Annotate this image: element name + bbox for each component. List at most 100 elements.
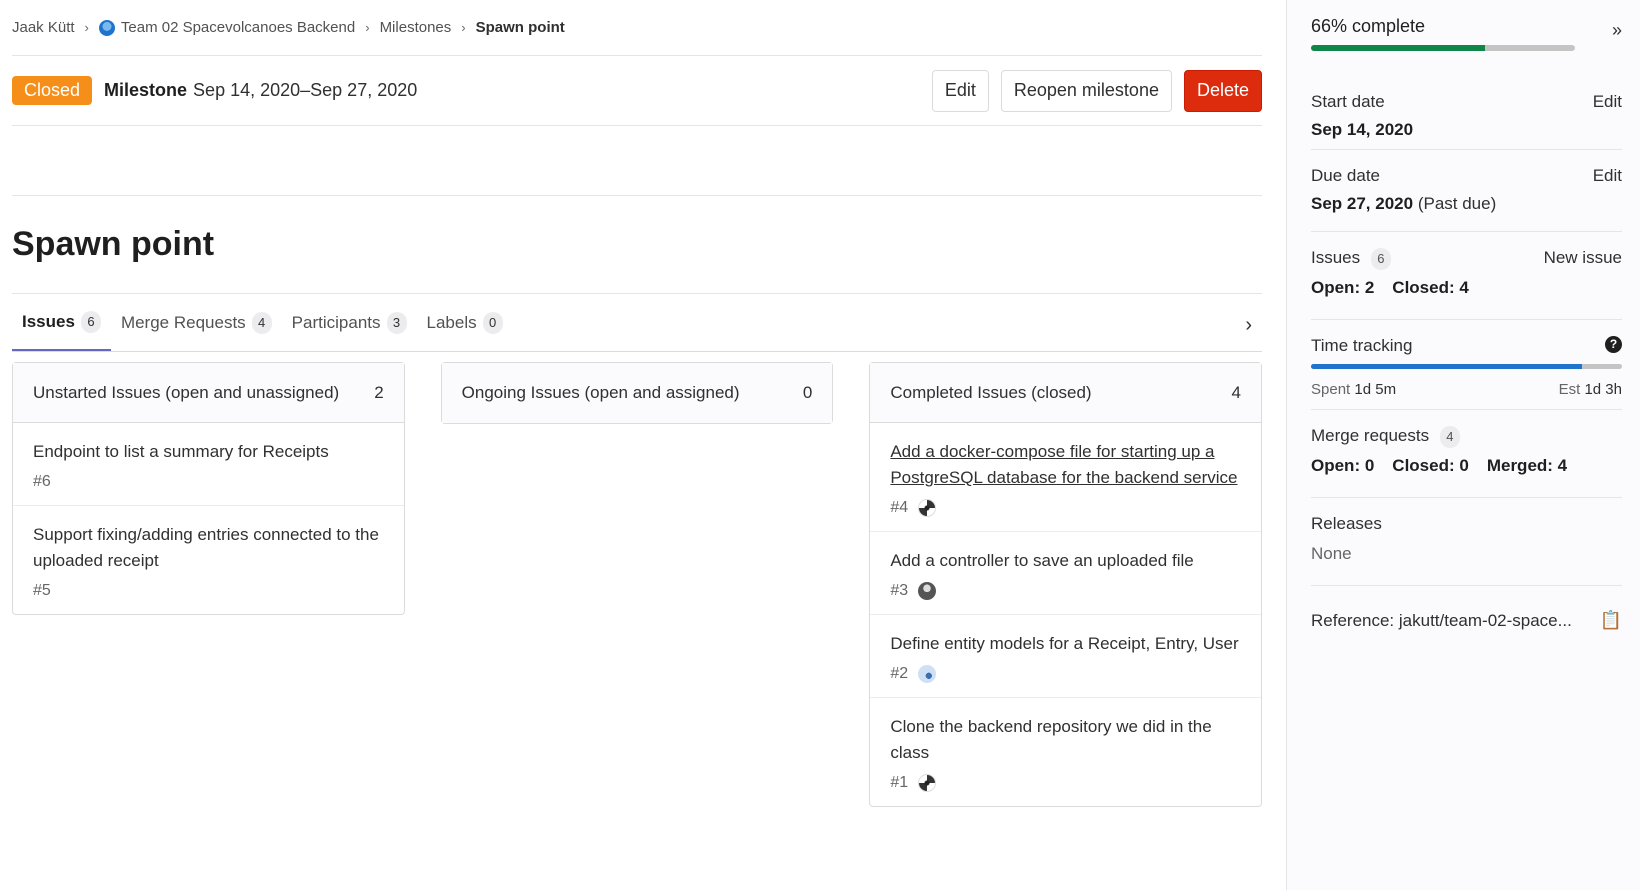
issue-title[interactable]: Define entity models for a Receipt, Entr… [890, 631, 1241, 657]
tab-count: 4 [251, 311, 272, 334]
spent-value: 1d 5m [1354, 381, 1397, 398]
assignee-avatar[interactable] [918, 499, 937, 517]
tab-count: 0 [482, 311, 503, 334]
collapse-sidebar-icon[interactable]: » [1612, 20, 1622, 41]
releases-section: Releases None [1311, 498, 1622, 586]
issue-title[interactable]: Endpoint to list a summary for Receipts [33, 439, 384, 465]
column-header: Completed Issues (closed) 4 [870, 363, 1262, 423]
est-label: Est [1558, 381, 1581, 398]
new-issue-link[interactable]: New issue [1544, 248, 1622, 270]
issue-columns: Unstarted Issues (open and unassigned) 2… [12, 362, 1263, 807]
time-tracking-section: Time tracking ? Spent 1d 5m Est 1d 3h [1311, 320, 1622, 410]
reopen-milestone-button[interactable]: Reopen milestone [1000, 69, 1172, 112]
tab-label: Labels [426, 312, 477, 332]
time-tracking-bar [1311, 364, 1622, 369]
tab-label: Merge Requests [120, 312, 246, 332]
start-date-edit-link[interactable]: Edit [1593, 92, 1622, 112]
time-tracking-label: Time tracking [1311, 336, 1413, 355]
issue-card[interactable]: Add a controller to save an uploaded fil… [870, 532, 1262, 615]
issue-card[interactable]: Add a docker-compose file for starting u… [870, 423, 1262, 532]
issue-ref: #3 [890, 582, 909, 599]
issues-closed[interactable]: Closed: 4 [1392, 278, 1469, 298]
mr-closed[interactable]: Closed: 0 [1392, 456, 1469, 476]
column-header: Ongoing Issues (open and assigned) 0 [441, 363, 833, 423]
column-completed: Completed Issues (closed) 4 Add a docker… [869, 362, 1263, 807]
issue-card[interactable]: Clone the backend repository we did in t… [870, 698, 1261, 806]
progress-bar-fill [1311, 45, 1486, 51]
issue-title[interactable]: Add a docker-compose file for starting u… [890, 439, 1241, 491]
edit-button[interactable]: Edit [931, 69, 989, 112]
due-date-section: Due date Edit Sep 27, 2020 (Past due) [1311, 150, 1622, 232]
assignee-avatar[interactable] [918, 665, 937, 683]
issues-count: 6 [1370, 248, 1391, 270]
issue-card[interactable]: Support fixing/adding entries connected … [13, 506, 404, 614]
merge-requests-label: Merge requests [1311, 426, 1430, 445]
tab-count: 6 [80, 310, 101, 333]
chevron-right-icon: › [365, 20, 370, 35]
spent-label: Spent [1311, 381, 1351, 398]
milestone-tabs: Issues 6 Merge Requests 4 Participants 3… [12, 294, 1262, 352]
issue-title[interactable]: Clone the backend repository we did in t… [890, 714, 1241, 766]
right-sidebar: 66% complete » Start date Edit Sep 14, 2… [1286, 0, 1640, 890]
tab-label: Participants [291, 312, 381, 332]
assignee-avatar[interactable] [918, 582, 937, 600]
page-title: Spawn point [12, 196, 1262, 294]
issues-section: Issues 6 New issue Open: 2 Closed: 4 [1311, 232, 1622, 320]
milestone-label: Milestone [104, 80, 188, 100]
tab-participants[interactable]: Participants 3 [282, 294, 417, 351]
issue-title[interactable]: Support fixing/adding entries connected … [33, 522, 384, 574]
issue-card[interactable]: Endpoint to list a summary for Receipts … [13, 423, 404, 506]
column-count: 0 [802, 383, 813, 402]
tab-labels[interactable]: Labels 0 [417, 294, 513, 351]
column-count: 2 [374, 382, 384, 402]
progress-section: 66% complete » Start date Edit Sep 14, 2… [1311, 0, 1622, 150]
merge-requests-count: 4 [1439, 426, 1460, 448]
help-icon[interactable]: ? [1605, 336, 1622, 353]
copy-clipboard-icon[interactable]: 📋 [1600, 610, 1622, 631]
column-ongoing: Ongoing Issues (open and assigned) 0 [440, 362, 834, 424]
progress-label: 66% complete [1311, 16, 1426, 36]
start-date-label: Start date [1311, 92, 1385, 111]
column-count: 4 [1231, 382, 1242, 402]
chevron-right-icon: › [461, 20, 466, 35]
mr-merged[interactable]: Merged: 4 [1487, 456, 1567, 476]
header-actions: Edit Reopen milestone Delete [931, 69, 1262, 112]
releases-label: Releases [1311, 514, 1382, 533]
breadcrumb-current[interactable]: Spawn point [476, 19, 565, 36]
progress-bar [1311, 45, 1575, 51]
delete-button[interactable]: Delete [1183, 69, 1262, 112]
milestone-dates: Sep 14, 2020–Sep 27, 2020 [193, 80, 418, 100]
issue-ref: #5 [33, 582, 51, 599]
est-value: 1d 3h [1584, 381, 1622, 398]
main-content: Jaak Kütt › Team 02 Spacevolcanoes Backe… [12, 0, 1263, 890]
issue-ref: #6 [33, 473, 51, 490]
tab-issues[interactable]: Issues 6 [12, 294, 111, 351]
start-date-value: Sep 14, 2020 [1311, 120, 1414, 139]
milestone-header: Closed Milestone Sep 14, 2020–Sep 27, 20… [12, 56, 1262, 126]
chevron-right-icon: › [84, 20, 89, 35]
column-title: Unstarted Issues (open and unassigned) [33, 382, 340, 402]
issue-card[interactable]: Define entity models for a Receipt, Entr… [870, 615, 1262, 698]
releases-value: None [1311, 544, 1352, 563]
status-badge: Closed [12, 76, 93, 105]
tab-merge-requests[interactable]: Merge Requests 4 [111, 294, 282, 351]
issues-open[interactable]: Open: 2 [1311, 278, 1374, 298]
breadcrumb-milestones[interactable]: Milestones [380, 19, 452, 36]
due-date-value: Sep 27, 2020 [1311, 194, 1414, 213]
tab-count: 3 [386, 311, 407, 334]
assignee-avatar[interactable] [918, 774, 937, 792]
issue-ref: #2 [890, 665, 909, 682]
breadcrumb-user[interactable]: Jaak Kütt [12, 19, 75, 36]
mr-open[interactable]: Open: 0 [1311, 456, 1374, 476]
issue-ref: #4 [890, 499, 909, 516]
chevron-right-icon[interactable]: › [1245, 314, 1252, 337]
description-area [12, 126, 1262, 196]
column-unstarted: Unstarted Issues (open and unassigned) 2… [12, 362, 405, 615]
due-date-edit-link[interactable]: Edit [1593, 166, 1622, 186]
merge-requests-section: Merge requests 4 Open: 0 Closed: 0 Merge… [1311, 410, 1622, 498]
breadcrumb-project[interactable]: Team 02 Spacevolcanoes Backend [121, 19, 355, 36]
issue-ref: #1 [890, 774, 909, 791]
reference-text: Reference: jakutt/team-02-space... [1311, 610, 1572, 630]
tab-label: Issues [22, 311, 75, 331]
issue-title[interactable]: Add a controller to save an uploaded fil… [890, 548, 1241, 574]
